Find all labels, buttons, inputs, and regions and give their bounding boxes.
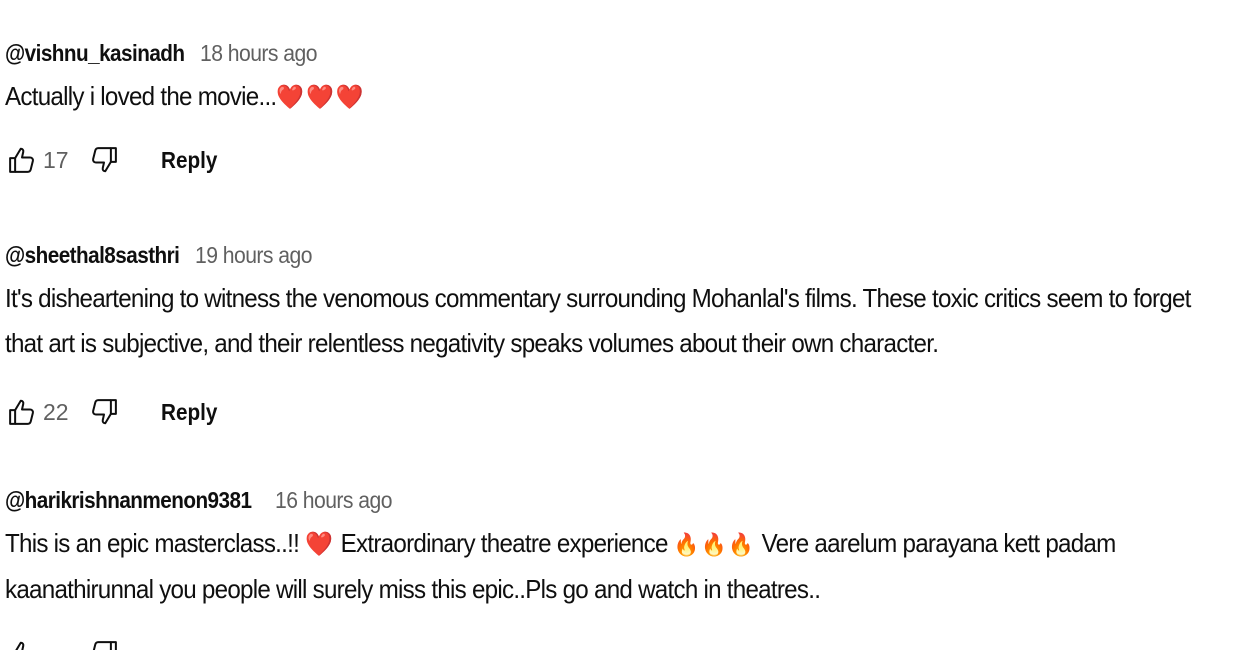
thumbs-down-icon <box>92 399 117 425</box>
comment-timestamp[interactable]: 18 hours ago <box>200 36 317 70</box>
dislike-button[interactable] <box>87 634 121 650</box>
thumbs-up-icon <box>9 399 34 425</box>
comment-header: @harikrishnanmenon9381 16 hours ago <box>5 483 1240 517</box>
dislike-button[interactable] <box>87 140 121 180</box>
comment-text-body: Actually i loved the movie... <box>5 81 277 111</box>
comment-header: @sheethal8sasthri 19 hours ago <box>5 238 1240 272</box>
heart-emoji: ❤️ <box>305 531 335 558</box>
fire-emoji: 🔥🔥🔥 <box>673 532 756 557</box>
heart-emoji: ❤️❤️❤️ <box>276 84 366 111</box>
like-button[interactable] <box>5 140 39 180</box>
comment-actions: 22 Reply <box>5 390 1240 434</box>
comment-text: This is an epic masterclass..!! ❤️ Extra… <box>5 521 1242 612</box>
comment-author[interactable]: @harikrishnanmenon9381 <box>5 483 252 517</box>
like-button[interactable] <box>5 392 39 432</box>
thumbs-up-icon <box>15 641 25 650</box>
dislike-button[interactable] <box>87 392 121 432</box>
like-button[interactable] <box>5 634 39 650</box>
comment-item: @harikrishnanmenon9381 16 hours ago This… <box>5 483 1240 650</box>
reply-button[interactable]: Reply <box>161 399 217 426</box>
comment-text-line: that art is subjective, and their relent… <box>5 328 939 358</box>
comment-text-line: kaanathirunnal you people will surely mi… <box>5 574 821 604</box>
reply-button[interactable]: Reply <box>161 147 217 174</box>
comment-text-segment: Extraordinary theatre experience <box>334 528 674 558</box>
comment-text-segment: Vere aarelum parayana kett padam <box>755 528 1117 558</box>
comment-actions: 17 Reply <box>5 138 1240 182</box>
comment-author[interactable]: @vishnu_kasinadh <box>5 36 185 70</box>
comment-text-line: This is an epic masterclass..!! ❤️ Extra… <box>5 521 1242 567</box>
like-count: 17 <box>43 146 69 173</box>
comment-item: @vishnu_kasinadh 18 hours ago Actually i… <box>5 36 1240 182</box>
comment-actions <box>5 632 1240 650</box>
comment-author[interactable]: @sheethal8sasthri <box>5 238 180 272</box>
comment-text-segment: This is an epic masterclass..!! <box>5 528 306 558</box>
thumbs-down-icon <box>92 147 117 173</box>
comment-text-line: It's disheartening to witness the venomo… <box>5 283 1191 313</box>
thumbs-down-icon <box>92 641 117 650</box>
comment-text: Actually i loved the movie...❤️❤️❤️ <box>5 74 1242 120</box>
like-count: 22 <box>43 398 69 425</box>
comment-text: It's disheartening to witness the venomo… <box>5 276 1242 366</box>
comment-header: @vishnu_kasinadh 18 hours ago <box>5 36 1240 70</box>
comment-timestamp[interactable]: 19 hours ago <box>195 238 312 272</box>
thumbs-up-icon <box>9 147 34 173</box>
comment-item: @sheethal8sasthri 19 hours ago It's dish… <box>5 238 1240 434</box>
comment-timestamp[interactable]: 16 hours ago <box>275 483 392 517</box>
